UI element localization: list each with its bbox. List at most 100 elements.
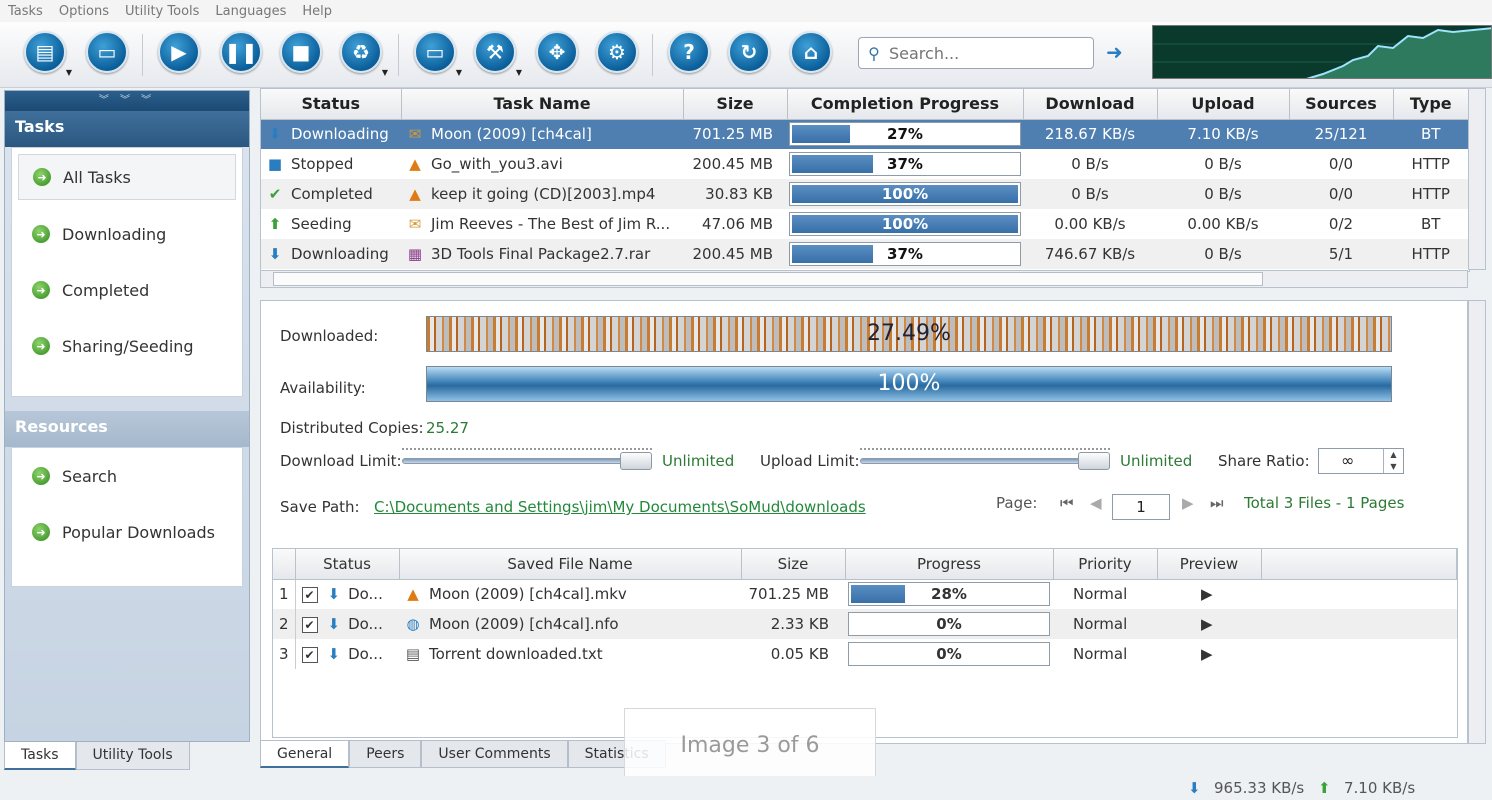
prev-page-icon[interactable]: ◀ [1090,494,1102,512]
preview-play-icon[interactable]: ▶ [1157,579,1261,609]
download-limit-slider[interactable] [402,448,652,472]
col-file-status[interactable]: Status [295,549,400,580]
task-download-speed: 0.00 KB/s [1054,215,1126,233]
progress-label: 37% [887,245,923,263]
folder-icon: ✉ [408,215,422,233]
col-size[interactable]: Size [683,89,788,120]
new-task-icon[interactable]: ▤ ▼ [24,31,72,77]
col-type[interactable]: Type [1393,89,1469,120]
first-page-icon[interactable]: ⏮ [1060,494,1074,512]
last-page-icon[interactable]: ⏭ [1210,494,1224,512]
file-checkbox[interactable]: ✔ [301,587,318,604]
task-download-speed: 218.67 KB/s [1023,119,1157,149]
upload-limit-slider[interactable] [860,448,1110,472]
col-upload[interactable]: Upload [1157,89,1290,120]
toolbar-separator [652,34,653,76]
tab-user-comments[interactable]: User Comments [421,740,568,768]
menu-options[interactable]: Options [51,4,117,19]
download-speed: 965.33 KB/s [1214,779,1305,797]
col-file-progress[interactable]: Progress [845,549,1054,580]
folder-icon[interactable]: ▭ ▼ [414,31,462,77]
file-status-text: Do... [348,585,383,604]
menu-help[interactable]: Help [294,4,340,19]
stop-icon[interactable]: ■ [280,31,322,73]
col-saved-file-name[interactable]: Saved File Name [399,549,742,580]
fullscreen-icon[interactable]: ✥ [536,31,578,73]
share-ratio-spinner[interactable]: ∞ ▲ ▼ [1318,448,1404,474]
sidebar-item-search[interactable]: ➜ Search [12,448,242,504]
col-priority[interactable]: Priority [1053,549,1158,580]
menu-utility-tools[interactable]: Utility Tools [117,4,207,19]
sidebar-item-label: All Tasks [63,167,131,187]
file-status: ✔ ⬇ Do... [295,579,399,609]
col-sources[interactable]: Sources [1289,89,1394,120]
slider-knob[interactable] [1078,452,1110,470]
start-icon[interactable]: ▶ [158,31,200,73]
file-status-text: Do... [348,645,383,663]
sidebar-item-completed[interactable]: ➜ Completed [12,262,242,318]
page-label: Page: [996,494,1038,512]
file-priority: Normal [1073,585,1128,604]
table-row[interactable]: ⬆ Seeding ✉ Jim Reeves - The Best of Jim R.… [261,209,1469,239]
file-row[interactable]: 2 ✔ ⬇ Do... ◍ Moon (2009) [ch4cal].nfo 2.33 KB… [273,609,1457,639]
search-box[interactable]: ⚲ [858,37,1094,69]
tab-tasks[interactable]: Tasks [4,742,76,770]
file-row[interactable]: 3 ✔ ⬇ Do... ▤ Torrent downloaded.txt 0.05 KB 0%… [273,639,1457,669]
scrollbar-thumb[interactable] [273,272,1263,286]
arrow-right-icon: ➜ [33,168,51,186]
col-preview[interactable]: Preview [1157,549,1262,580]
sidebar-item-downloading[interactable]: ➜ Downloading [12,206,242,262]
preview-play-icon[interactable]: ▶ [1157,639,1261,669]
resources-panel-title[interactable]: Resources [5,411,249,447]
sidebar-item-all-tasks[interactable]: ➜ All Tasks [18,154,236,200]
progress-bar: 27% [789,122,1021,147]
tasks-panel-title[interactable]: Tasks [5,111,249,147]
tab-peers[interactable]: Peers [349,740,422,768]
search-input[interactable] [889,43,1079,63]
open-folder-icon[interactable]: ▭ [86,31,128,73]
file-checkbox[interactable]: ✔ [301,647,318,663]
sidebar-grip[interactable]: ︾ ︾ ︾ [5,91,249,111]
col-completion-progress[interactable]: Completion Progress [787,89,1024,120]
tab-utility-tools[interactable]: Utility Tools [75,742,190,770]
arrow-down-icon: ⬇ [327,645,341,663]
tasks-vertical-scrollbar[interactable] [1468,88,1486,270]
search-go-arrow-icon[interactable]: ➜ [1106,40,1123,64]
spinner-arrows-icon[interactable]: ▲ ▼ [1383,449,1403,473]
help-icon[interactable]: ? [668,31,710,73]
file-progress: 28% [845,579,1053,609]
sidebar-item-label: Completed [62,280,150,300]
col-status[interactable]: Status [261,89,402,120]
tools-icon[interactable]: ⚒ ▼ [474,31,522,77]
update-icon[interactable]: ↻ [728,31,770,73]
file-row[interactable]: 1 ✔ ⬇ Do... ▲ Moon (2009) [ch4cal].mkv 701.25 … [273,579,1457,609]
preview-play-icon[interactable]: ▶ [1157,609,1261,639]
save-path-link[interactable]: C:\Documents and Settings\jim\My Documen… [374,498,866,516]
col-file-size[interactable]: Size [741,549,846,580]
delete-icon[interactable]: ♻ ▼ [340,31,388,77]
tasks-horizontal-scrollbar[interactable] [260,270,1468,288]
menu-languages[interactable]: Languages [207,4,294,19]
file-checkbox[interactable]: ✔ [301,617,318,633]
page-input[interactable]: 1 [1112,494,1170,520]
task-download-speed: 0 B/s [1023,179,1157,209]
upload-speed-icon: ⬆ [1318,779,1331,797]
details-vertical-scrollbar[interactable] [1468,300,1486,744]
globe-icon: ◍ [406,615,420,633]
sidebar-item-popular-downloads[interactable]: ➜ Popular Downloads [12,504,242,560]
home-icon[interactable]: ⌂ [790,31,832,73]
table-row[interactable]: ■ Stopped ▲ Go_with_you3.avi 200.45 MB 37% 0 B… [261,149,1469,179]
menu-tasks[interactable]: Tasks [0,4,51,19]
table-row[interactable]: ⬇ Downloading ✉ Moon (2009) [ch4cal] 701.25 … [261,119,1469,149]
task-status: ■ Stopped [261,149,401,179]
col-download[interactable]: Download [1023,89,1158,120]
table-row[interactable]: ✔ Completed ▲ keep it going (CD)[2003].mp4 3… [261,179,1469,209]
slider-knob[interactable] [620,452,652,470]
pause-icon[interactable]: ❚❚ [220,31,262,73]
tab-general[interactable]: General [260,740,350,768]
sidebar-item-seeding[interactable]: ➜ Sharing/Seeding [12,318,242,374]
settings-gear-icon[interactable]: ⚙ [596,31,638,73]
table-row[interactable]: ⬇ Downloading ▦ 3D Tools Final Package2.7.r… [261,239,1469,269]
col-task-name[interactable]: Task Name [401,89,684,120]
next-page-icon[interactable]: ▶ [1182,494,1194,512]
